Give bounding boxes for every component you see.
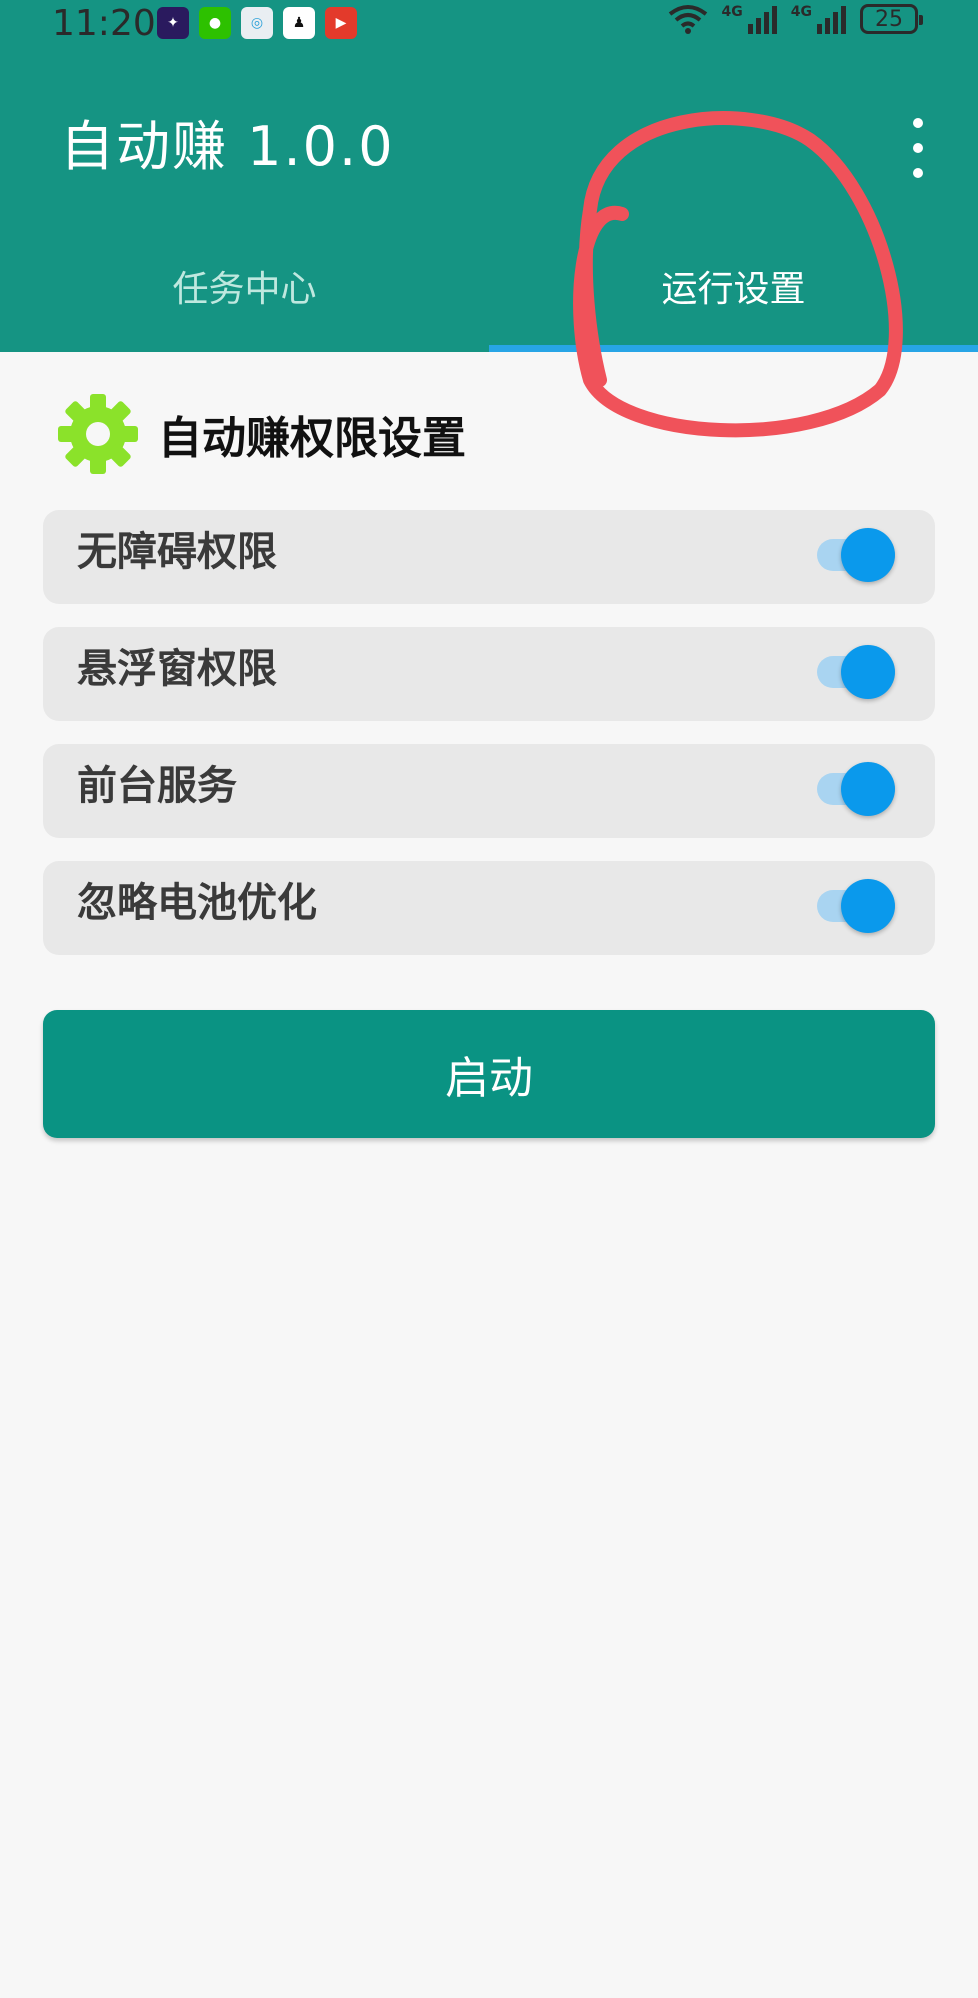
status-time: 11:20 xyxy=(52,3,156,44)
tab-bar: 任务中心 运行设置 xyxy=(0,250,978,352)
accessibility-toggle[interactable] xyxy=(803,522,895,582)
battery-level: 25 xyxy=(875,6,903,32)
section-title: 自动赚权限设置 xyxy=(158,413,466,464)
permission-row-battery-optimization: 忽略电池优化 xyxy=(43,861,935,955)
wechat-icon: ● xyxy=(199,7,231,39)
tab-run-settings[interactable]: 运行设置 xyxy=(489,250,978,352)
permission-label: 无障碍权限 xyxy=(77,529,277,575)
battery-optimization-toggle[interactable] xyxy=(803,873,895,933)
qq-icon: ♟ xyxy=(283,7,315,39)
status-bar: 11:20 ✦ ● ◎ ♟ ▶ 4G 4G 25 xyxy=(0,0,978,48)
video-app-icon: ▶ xyxy=(325,7,357,39)
status-indicators: 4G 4G 25 xyxy=(668,4,923,34)
section-header: 自动赚权限设置 xyxy=(56,392,466,476)
app-icon: ✦ xyxy=(157,7,189,39)
overlay-toggle[interactable] xyxy=(803,639,895,699)
battery-icon: 25 xyxy=(860,4,923,34)
signal-icon-1: 4G xyxy=(722,4,777,34)
permission-label: 悬浮窗权限 xyxy=(77,646,277,692)
permission-label: 忽略电池优化 xyxy=(77,880,317,926)
permission-row-foreground-service: 前台服务 xyxy=(43,744,935,838)
app-bar: 11:20 ✦ ● ◎ ♟ ▶ 4G 4G 25 自动赚 1.0.0 任务中心 … xyxy=(0,0,978,352)
permission-label: 前台服务 xyxy=(77,763,237,809)
app-title: 自动赚 1.0.0 xyxy=(60,115,395,178)
wifi-icon xyxy=(668,5,707,34)
signal-icon-2: 4G xyxy=(791,4,846,34)
notification-icons: ✦ ● ◎ ♟ ▶ xyxy=(157,7,357,39)
search-app-icon: ◎ xyxy=(241,7,273,39)
start-button[interactable]: 启动 xyxy=(43,1010,935,1138)
network-type-label: 4G xyxy=(790,4,812,20)
more-options-icon[interactable] xyxy=(900,118,936,178)
permission-list: 无障碍权限 悬浮窗权限 前台服务 忽略电池优化 xyxy=(43,510,935,978)
permission-row-overlay: 悬浮窗权限 xyxy=(43,627,935,721)
network-type-label: 4G xyxy=(721,4,743,20)
tab-task-center[interactable]: 任务中心 xyxy=(0,250,489,352)
foreground-service-toggle[interactable] xyxy=(803,756,895,816)
gear-icon xyxy=(58,394,138,474)
permission-row-accessibility: 无障碍权限 xyxy=(43,510,935,604)
